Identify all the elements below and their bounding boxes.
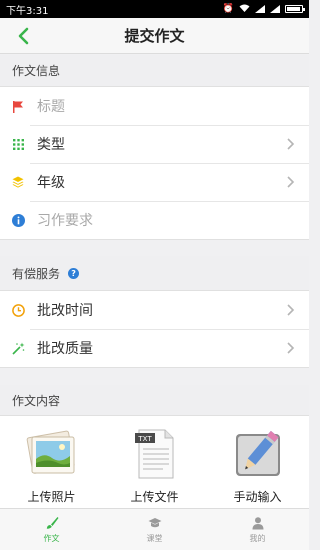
tab-essay-label: 作文 bbox=[43, 533, 60, 543]
section-header-info: 作文信息 bbox=[0, 55, 309, 86]
tab-mine-label: 我的 bbox=[249, 533, 266, 543]
alarm-icon: ⏰ bbox=[222, 4, 234, 14]
tab-bar: 作文 课堂 我的 bbox=[0, 508, 309, 550]
magic-wand-icon bbox=[11, 341, 25, 355]
review-time-label: 批改时间 bbox=[37, 303, 93, 319]
txt-tag: TXT bbox=[137, 435, 152, 443]
upload-file-button[interactable]: TXT 上传文件 bbox=[103, 416, 206, 508]
chevron-right-icon bbox=[287, 176, 295, 188]
help-icon[interactable]: ? bbox=[68, 267, 80, 279]
tab-classroom[interactable]: 课堂 bbox=[103, 509, 206, 550]
upload-file-label: 上传文件 bbox=[130, 490, 179, 504]
chevron-left-icon bbox=[18, 27, 29, 45]
graduation-cap-icon bbox=[148, 517, 161, 527]
nav-bar: 提交作文 bbox=[0, 18, 309, 54]
review-quality-label: 批改质量 bbox=[37, 341, 93, 357]
chevron-right-icon bbox=[287, 138, 295, 150]
grade-select[interactable]: 年级 bbox=[0, 163, 309, 201]
status-icons: ⏰ bbox=[222, 4, 305, 15]
back-button[interactable] bbox=[14, 26, 34, 46]
wifi-icon bbox=[239, 4, 250, 15]
chevron-right-icon bbox=[287, 342, 295, 354]
signal-icon bbox=[270, 5, 280, 13]
review-quality-select[interactable]: 批改质量 bbox=[0, 329, 309, 367]
manual-input-button[interactable]: 手动输入 bbox=[206, 416, 309, 508]
flag-icon bbox=[11, 99, 25, 113]
tab-essay[interactable]: 作文 bbox=[0, 509, 103, 550]
title-placeholder: 标题 bbox=[37, 99, 65, 115]
content-options: 上传照片 TXT 上传文件 手动输入 bbox=[0, 415, 309, 508]
tab-mine[interactable]: 我的 bbox=[206, 509, 309, 550]
tab-classroom-label: 课堂 bbox=[146, 533, 163, 543]
person-icon bbox=[252, 516, 263, 529]
section-header-content: 作文内容 bbox=[0, 385, 309, 415]
service-header-label: 有偿服务 bbox=[12, 266, 61, 281]
type-label: 类型 bbox=[37, 137, 65, 153]
signal-icon bbox=[255, 5, 265, 13]
info-group: 标题 类型 年级 习作要求 bbox=[0, 86, 309, 240]
manual-input-label: 手动输入 bbox=[233, 490, 282, 504]
pencil-icon bbox=[235, 430, 280, 476]
grid-dots-icon bbox=[11, 137, 25, 151]
review-time-select[interactable]: 批改时间 bbox=[0, 291, 309, 329]
upload-photo-button[interactable]: 上传照片 bbox=[0, 416, 103, 508]
type-select[interactable]: 类型 bbox=[0, 125, 309, 163]
title-field[interactable]: 标题 bbox=[0, 87, 309, 125]
status-time: 下午3:31 bbox=[6, 5, 49, 17]
section-header-service: 有偿服务 ? bbox=[0, 256, 309, 290]
clock-icon bbox=[11, 303, 25, 317]
info-icon bbox=[11, 213, 25, 227]
grade-label: 年级 bbox=[37, 175, 65, 191]
requirements-field[interactable]: 习作要求 bbox=[0, 201, 309, 239]
status-bar: 下午3:31 ⏰ bbox=[0, 0, 309, 18]
brush-icon bbox=[46, 516, 58, 529]
photo-icon bbox=[26, 430, 75, 474]
battery-icon bbox=[285, 5, 305, 13]
requirements-placeholder: 习作要求 bbox=[37, 213, 93, 229]
chevron-right-icon bbox=[287, 304, 295, 316]
txt-file-icon: TXT bbox=[134, 429, 173, 479]
service-group: 批改时间 批改质量 bbox=[0, 290, 309, 368]
upload-photo-label: 上传照片 bbox=[27, 490, 76, 504]
page-title: 提交作文 bbox=[124, 27, 185, 45]
layers-icon bbox=[11, 175, 25, 189]
